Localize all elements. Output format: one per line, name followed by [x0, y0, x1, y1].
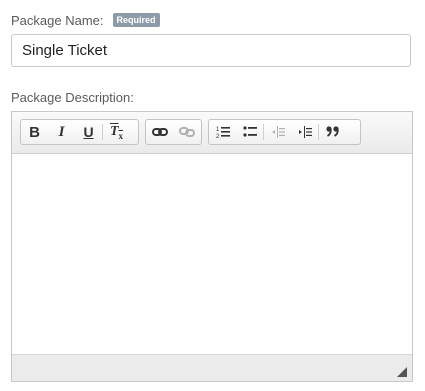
bold-icon: B — [29, 123, 40, 141]
editor-toolbar: B I U Tx 1 2 — [12, 112, 412, 154]
package-description-label: Package Description: — [11, 90, 134, 105]
indent-icon — [298, 126, 312, 138]
link-button[interactable] — [146, 120, 173, 144]
link-icon — [151, 128, 168, 136]
outdent-icon — [271, 126, 285, 138]
svg-text:1: 1 — [216, 127, 220, 133]
bulleted-list-button[interactable] — [236, 120, 263, 144]
toolbar-group-paragraph: 1 2 — [208, 119, 361, 145]
unlink-icon — [178, 127, 195, 137]
required-badge: Required — [112, 13, 160, 27]
bold-button[interactable]: B — [21, 120, 48, 144]
package-name-label: Package Name: — [11, 12, 104, 28]
remove-format-button[interactable]: Tx — [103, 120, 130, 144]
numbered-list-button[interactable]: 1 2 — [209, 120, 236, 144]
resize-grip-icon[interactable] — [397, 367, 407, 377]
underline-button[interactable]: U — [75, 120, 102, 144]
decrease-indent-button[interactable] — [264, 120, 291, 144]
bulleted-list-icon — [242, 126, 257, 137]
clear-formatting-sub: x — [118, 130, 124, 141]
numbered-list-icon: 1 2 — [216, 127, 230, 139]
blockquote-button[interactable] — [319, 120, 346, 144]
underline-icon: U — [83, 124, 94, 140]
clear-formatting-icon: Tx — [110, 124, 123, 141]
rich-text-editor: B I U Tx 1 2 — [11, 111, 413, 382]
italic-button[interactable]: I — [48, 120, 75, 144]
toolbar-group-basic-styles: B I U Tx — [20, 119, 139, 145]
unlink-button[interactable] — [173, 120, 200, 144]
description-editor-content[interactable] — [12, 154, 412, 354]
blockquote-icon — [325, 126, 339, 137]
italic-icon: I — [58, 123, 65, 140]
editor-statusbar — [12, 354, 412, 381]
clear-formatting-glyph: T — [109, 123, 119, 139]
package-name-input[interactable] — [11, 34, 411, 67]
package-name-label-row: Package Name: Required — [11, 11, 160, 29]
svg-text:2: 2 — [216, 134, 220, 139]
toolbar-group-links — [145, 119, 202, 145]
increase-indent-button[interactable] — [291, 120, 318, 144]
